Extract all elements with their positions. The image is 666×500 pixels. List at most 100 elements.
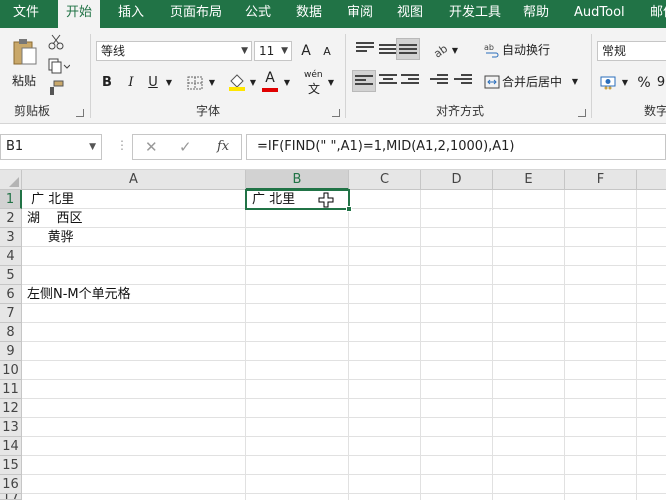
borders-icon[interactable] xyxy=(187,76,203,90)
column-header-f[interactable]: F xyxy=(565,170,637,190)
align-right-icon[interactable] xyxy=(401,74,419,88)
row-header-3[interactable]: 3 xyxy=(0,228,22,247)
row-header-2[interactable]: 2 xyxy=(0,209,22,228)
tab-insert[interactable]: 插入 xyxy=(118,0,144,28)
tab-view[interactable]: 视图 xyxy=(397,0,423,28)
font-size-combo[interactable]: 11 ▼ xyxy=(254,41,292,61)
row-header-7[interactable]: 7 xyxy=(0,304,22,323)
cell-a1[interactable]: 广 北里 xyxy=(27,190,74,209)
comma-style-button[interactable]: 9 xyxy=(656,72,666,94)
shrink-font-button[interactable]: A xyxy=(320,41,334,63)
column-header-b[interactable]: B xyxy=(246,170,349,190)
cell-a3[interactable]: 黄骅 xyxy=(27,228,74,247)
bold-button[interactable]: B xyxy=(98,72,116,94)
tab-file[interactable]: 文件 xyxy=(13,0,39,28)
name-box[interactable]: B1 ▼ xyxy=(0,134,102,160)
underline-button[interactable]: U xyxy=(144,72,162,94)
paste-button[interactable]: 粘贴 xyxy=(6,34,44,90)
insert-function-button[interactable]: fx xyxy=(217,135,229,159)
font-color-dropdown-icon[interactable]: ▼ xyxy=(282,72,292,94)
tab-data[interactable]: 数据 xyxy=(296,0,322,28)
align-bottom-button[interactable] xyxy=(396,38,420,60)
tab-mailings[interactable]: 邮件 xyxy=(650,0,666,28)
more-options-icon[interactable]: ⋮ xyxy=(116,138,128,152)
decrease-indent-icon[interactable] xyxy=(430,74,448,88)
clipboard-launcher-icon[interactable] xyxy=(76,109,84,117)
column-header-g[interactable] xyxy=(637,170,666,190)
orientation-dropdown-icon[interactable]: ▼ xyxy=(450,40,460,62)
row-header-5[interactable]: 5 xyxy=(0,266,22,285)
align-left-icon xyxy=(355,75,373,89)
cell-a2[interactable]: 湖 西区 xyxy=(27,209,83,228)
phonetic-guide-button[interactable]: wén 文 xyxy=(304,70,326,96)
worksheet-grid[interactable]: A B C D E F 1 2 3 4 5 6 7 8 9 10 11 12 1… xyxy=(0,170,666,500)
underline-dropdown-icon[interactable]: ▼ xyxy=(164,72,174,94)
row-header-6[interactable]: 6 xyxy=(0,285,22,304)
merge-center-button[interactable]: 合并后居中 xyxy=(502,71,562,93)
tab-developer[interactable]: 开发工具 xyxy=(449,0,501,28)
tab-review[interactable]: 审阅 xyxy=(347,0,373,28)
copy-icon[interactable] xyxy=(48,58,70,74)
row-header-11[interactable]: 11 xyxy=(0,380,22,399)
increase-indent-icon[interactable] xyxy=(454,74,472,88)
merge-center-icon[interactable] xyxy=(484,74,500,90)
enter-icon[interactable]: ✓ xyxy=(179,135,192,159)
row-header-9[interactable]: 9 xyxy=(0,342,22,361)
formula-input[interactable]: =IF(FIND(" ",A1)=1,MID(A1,2,1000),A1) xyxy=(246,134,666,160)
chevron-down-icon: ▼ xyxy=(89,142,96,152)
name-box-value: B1 xyxy=(6,139,24,154)
select-all-button[interactable] xyxy=(0,170,22,190)
align-center-icon[interactable] xyxy=(379,74,397,88)
row-header-16[interactable]: 16 xyxy=(0,475,22,494)
accounting-format-icon[interactable] xyxy=(600,74,618,90)
gridline xyxy=(245,190,246,500)
column-header-c[interactable]: C xyxy=(349,170,421,190)
wrap-text-icon[interactable]: ab xyxy=(484,42,500,58)
column-header-d[interactable]: D xyxy=(421,170,493,190)
fill-handle[interactable] xyxy=(346,206,352,212)
alignment-launcher-icon[interactable] xyxy=(578,109,586,117)
tab-help[interactable]: 帮助 xyxy=(523,0,549,28)
align-left-button[interactable] xyxy=(352,70,376,92)
ribbon-tab-bar: 文件 开始 插入 页面布局 公式 数据 审阅 视图 开发工具 帮助 AudToo… xyxy=(0,0,666,28)
phonetic-dropdown-icon[interactable]: ▼ xyxy=(326,72,336,94)
column-header-a[interactable]: A xyxy=(22,170,246,190)
font-name-combo[interactable]: 等线 ▼ xyxy=(96,41,252,61)
tab-page-layout[interactable]: 页面布局 xyxy=(170,0,222,28)
borders-dropdown-icon[interactable]: ▼ xyxy=(207,72,217,94)
tab-formulas[interactable]: 公式 xyxy=(245,0,271,28)
column-header-e[interactable]: E xyxy=(493,170,565,190)
fill-color-dropdown-icon[interactable]: ▼ xyxy=(248,72,258,94)
italic-button[interactable]: I xyxy=(122,72,140,94)
font-launcher-icon[interactable] xyxy=(332,109,340,117)
row-header-4[interactable]: 4 xyxy=(0,247,22,266)
percent-style-button[interactable]: % xyxy=(636,72,652,94)
merge-dropdown-icon[interactable]: ▼ xyxy=(570,71,580,93)
fill-color-icon[interactable] xyxy=(228,73,246,91)
row-header-17[interactable]: 17 xyxy=(0,494,22,500)
orientation-icon[interactable]: ab xyxy=(432,42,450,58)
row-header-1[interactable]: 1 xyxy=(0,190,22,209)
grow-font-button[interactable]: A xyxy=(298,40,314,62)
row-header-12[interactable]: 12 xyxy=(0,399,22,418)
row-header-13[interactable]: 13 xyxy=(0,418,22,437)
cell-a6[interactable]: 左侧N-M个单元格 xyxy=(27,285,131,304)
font-color-button[interactable]: A xyxy=(262,68,278,90)
row-header-10[interactable]: 10 xyxy=(0,361,22,380)
wrap-text-button[interactable]: 自动换行 xyxy=(502,39,550,61)
cancel-icon[interactable]: ✕ xyxy=(145,135,158,159)
format-painter-icon[interactable] xyxy=(48,80,64,96)
number-format-combo[interactable]: 常规 xyxy=(597,41,666,61)
gridline xyxy=(22,455,666,456)
svg-text:ab: ab xyxy=(432,42,450,58)
tab-audtool[interactable]: AudTool xyxy=(574,0,625,28)
row-header-8[interactable]: 8 xyxy=(0,323,22,342)
font-name-value: 等线 xyxy=(101,44,126,58)
row-header-15[interactable]: 15 xyxy=(0,456,22,475)
cut-icon[interactable] xyxy=(48,34,64,50)
accounting-dropdown-icon[interactable]: ▼ xyxy=(620,72,630,94)
align-top-icon[interactable] xyxy=(356,42,374,56)
align-middle-icon[interactable] xyxy=(379,44,397,58)
row-header-14[interactable]: 14 xyxy=(0,437,22,456)
tab-home[interactable]: 开始 xyxy=(58,0,101,28)
